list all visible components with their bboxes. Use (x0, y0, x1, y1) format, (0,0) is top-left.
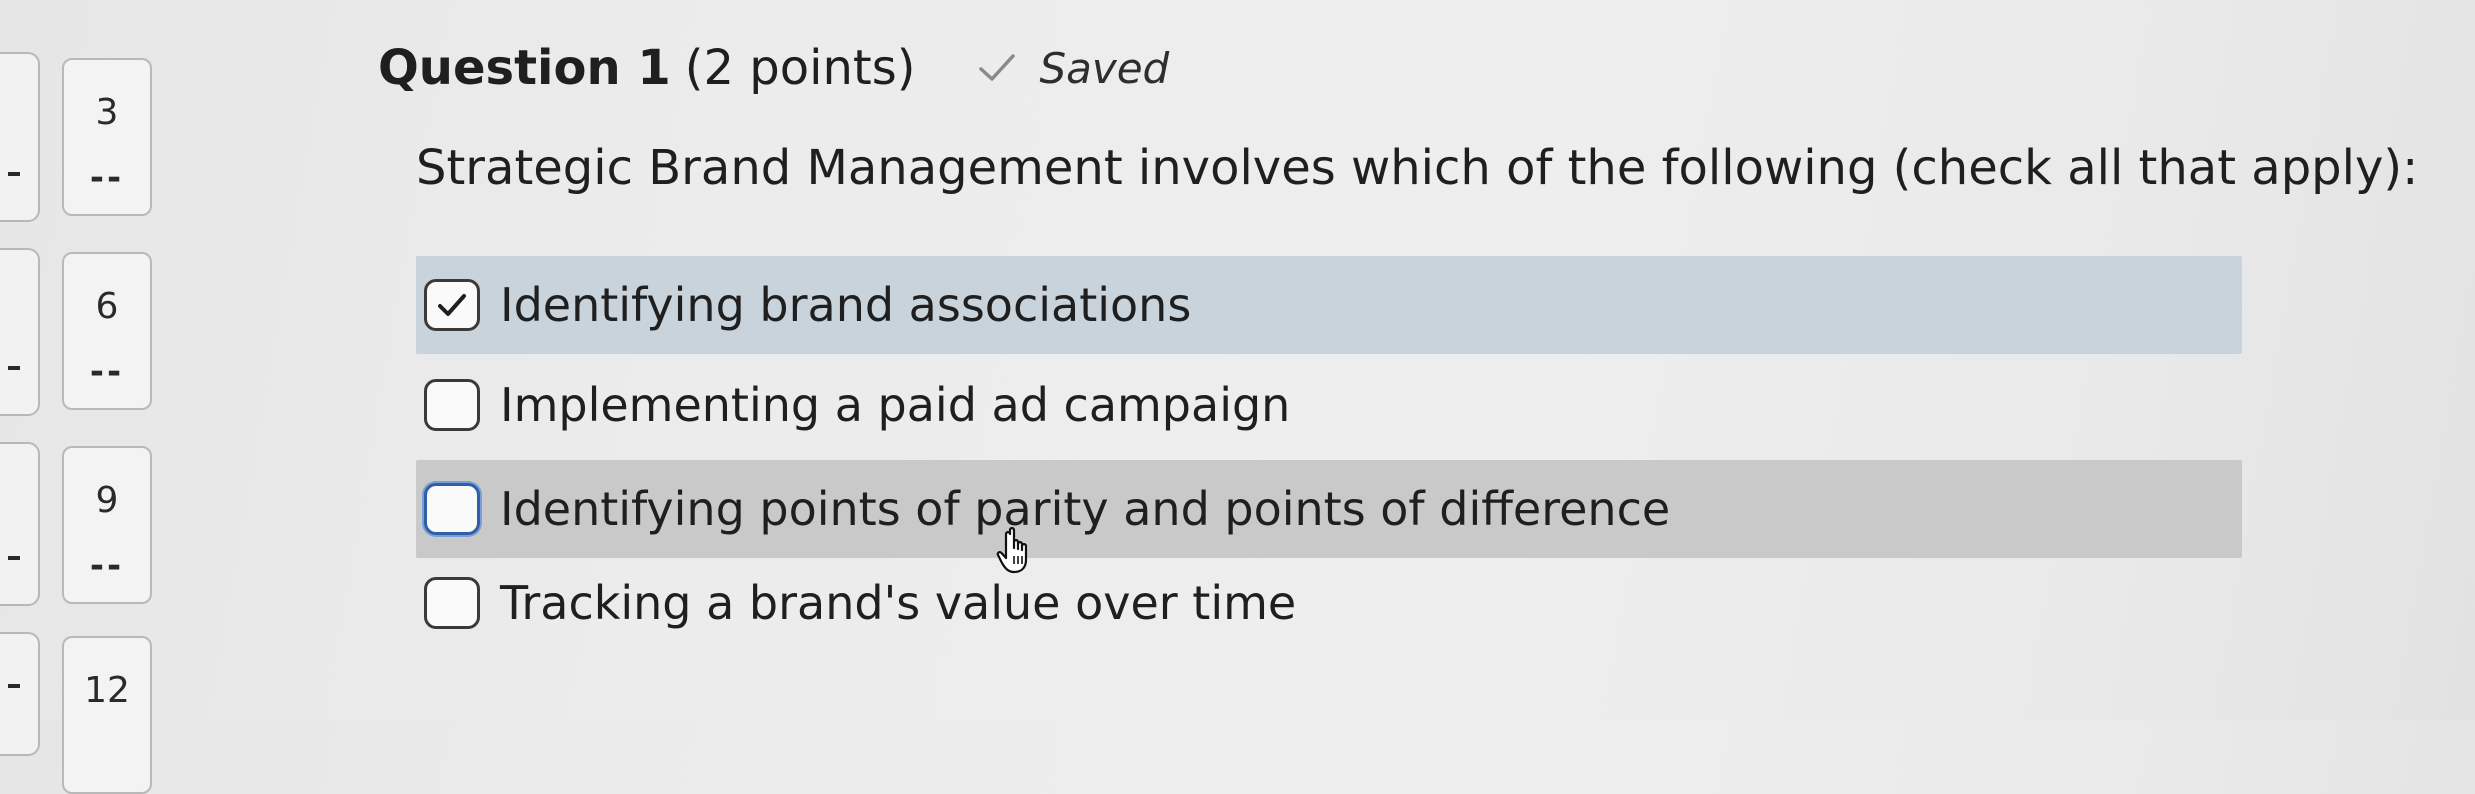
question-navigator: 3 -- 6 -- 9 -- 12 (0, 0, 170, 794)
nav-edge-panel (0, 632, 40, 756)
nav-question-number: 9 (95, 480, 119, 521)
nav-question-9[interactable]: 9 -- (62, 446, 152, 604)
option-label: Identifying brand associations (500, 278, 1192, 332)
nav-question-status: -- (89, 158, 125, 198)
hand-cursor-icon (996, 527, 1028, 574)
question-header: Question 1 (2 points) Saved (378, 28, 1169, 108)
option-checkbox[interactable] (424, 577, 480, 629)
nav-question-number: 6 (95, 286, 119, 327)
nav-question-number: 12 (84, 670, 130, 711)
question-prompt: Strategic Brand Management involves whic… (416, 140, 2419, 196)
nav-edge-panel (0, 248, 40, 416)
option-row[interactable]: Identifying brand associations (416, 256, 2242, 354)
save-status-text: Saved (1039, 43, 1170, 93)
nav-edge-panel (0, 52, 40, 222)
option-label: Implementing a paid ad campaign (500, 378, 1291, 432)
nav-question-status: -- (89, 352, 125, 392)
option-checkbox[interactable] (424, 279, 480, 331)
nav-edge-tick (8, 684, 20, 688)
option-row[interactable]: Identifying points of parity and points … (416, 460, 2242, 558)
save-status: Saved (977, 44, 1169, 93)
checkmark-icon (979, 54, 1016, 81)
nav-question-12[interactable]: 12 (62, 636, 152, 794)
question-points: (2 points) (684, 40, 916, 96)
option-label: Identifying points of parity and points … (500, 482, 1671, 536)
nav-edge-panel (0, 442, 40, 606)
option-checkbox[interactable] (424, 379, 480, 431)
nav-question-number: 3 (95, 92, 119, 133)
nav-edge-tick (8, 556, 20, 560)
option-row[interactable]: Tracking a brand's value over time (416, 554, 2242, 652)
nav-question-6[interactable]: 6 -- (62, 252, 152, 410)
nav-edge-tick (8, 366, 20, 370)
check-icon (438, 294, 466, 316)
option-row[interactable]: Implementing a paid ad campaign (416, 356, 2242, 454)
option-checkbox[interactable] (424, 483, 480, 535)
option-label: Tracking a brand's value over time (500, 576, 1297, 630)
nav-edge-tick (8, 172, 20, 176)
nav-question-status: -- (89, 546, 125, 586)
nav-question-3[interactable]: 3 -- (62, 58, 152, 216)
question-title: Question 1 (378, 40, 671, 96)
